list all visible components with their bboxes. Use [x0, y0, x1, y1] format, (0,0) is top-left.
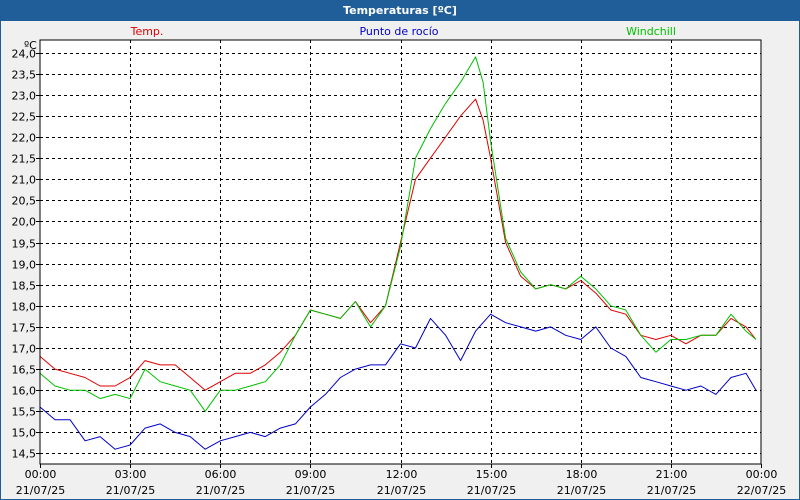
y-tick-label: 23,0: [12, 90, 37, 103]
y-tick-label: 18,0: [12, 301, 37, 314]
x-tick-time: 03:00: [115, 468, 147, 481]
y-tick-label: 22,0: [12, 132, 37, 145]
y-tick-label: 20,0: [12, 216, 37, 229]
y-tick-label: 17,0: [12, 343, 37, 356]
y-tick-label: 19,0: [12, 259, 37, 272]
plot-area: [40, 40, 761, 464]
x-tick-time: 21:00: [656, 468, 688, 481]
legend: Temp. Punto de rocío Windchill: [130, 25, 676, 38]
y-tick-label: 21,0: [12, 174, 37, 187]
x-tick-time: 12:00: [386, 468, 418, 481]
y-tick-label: 14,5: [12, 448, 37, 461]
y-tick-label: 19,5: [12, 238, 37, 251]
y-tick-label: 20,5: [12, 195, 37, 208]
x-tick-time: 00:00: [25, 468, 57, 481]
x-tick-time: 18:00: [566, 468, 598, 481]
y-tick-label: 16,0: [12, 385, 37, 398]
x-tick-date: 22/07/25: [737, 484, 786, 497]
y-tick-label: 15,5: [12, 406, 37, 419]
legend-entry: Windchill: [626, 25, 676, 38]
x-tick-time: 00:00: [746, 468, 778, 481]
x-tick-date: 21/07/25: [557, 484, 606, 497]
y-tick-label: 22,5: [12, 111, 37, 124]
x-tick-date: 21/07/25: [377, 484, 426, 497]
x-tick-date: 21/07/25: [106, 484, 155, 497]
x-tick-date: 21/07/25: [647, 484, 696, 497]
chart-plot: 14,5 15,0 15,5 16,0 16,5 17,0 17,5 18,0 18,5 19,0…: [12, 25, 787, 497]
x-tick-date: 21/07/25: [196, 484, 245, 497]
y-tick-label: 15,0: [12, 427, 37, 440]
legend-entry: Punto de rocío: [359, 25, 438, 38]
y-axis-ticks: 14,5 15,0 15,5 16,0 16,5 17,0 17,5 18,0 18,5 19,0…: [12, 48, 40, 461]
x-tick-time: 09:00: [295, 468, 327, 481]
legend-entry: Temp.: [130, 25, 164, 38]
x-tick-date: 21/07/25: [286, 484, 335, 497]
y-axis-label: ºC: [24, 39, 37, 52]
x-tick-date: 21/07/25: [16, 484, 65, 497]
y-tick-label: 16,5: [12, 364, 37, 377]
x-tick-time: 06:00: [205, 468, 237, 481]
y-tick-label: 18,5: [12, 280, 37, 293]
y-tick-label: 23,5: [12, 69, 37, 82]
y-tick-label: 21,5: [12, 153, 37, 166]
x-tick-time: 15:00: [476, 468, 508, 481]
x-tick-date: 21/07/25: [467, 484, 516, 497]
y-tick-label: 17,5: [12, 322, 37, 335]
x-axis-ticks: 00:00 21/07/25 03:00 21/07/25 06:00 21/07/25 0…: [16, 464, 786, 497]
